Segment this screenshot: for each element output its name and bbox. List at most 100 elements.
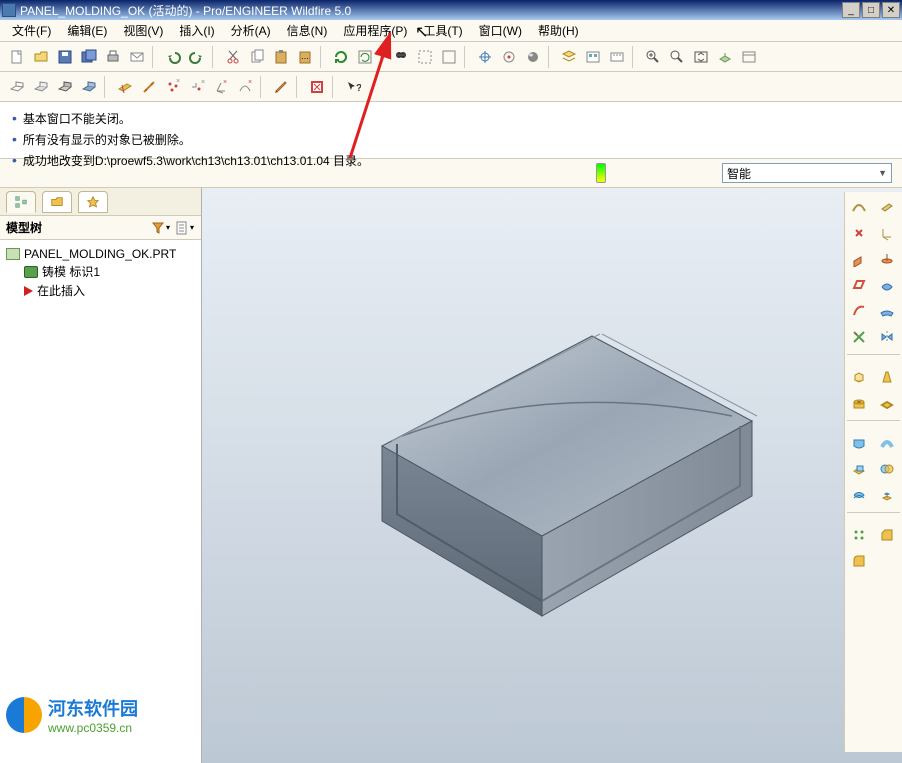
copy-button[interactable] xyxy=(246,46,268,68)
help-cursor-button[interactable]: ? xyxy=(342,76,364,98)
menu-edit[interactable]: 编辑(E) xyxy=(59,20,115,41)
toolbar-sep xyxy=(332,76,338,98)
sweep-button[interactable] xyxy=(875,432,899,454)
tab-folder[interactable] xyxy=(42,191,72,213)
extrude2-button[interactable] xyxy=(847,366,871,388)
datum-csys2-button[interactable] xyxy=(875,222,899,244)
tree-filter-button[interactable]: ▾ xyxy=(149,218,171,238)
trim-x-button[interactable] xyxy=(847,326,871,348)
datum-axis-button[interactable] xyxy=(138,76,160,98)
paste-button[interactable] xyxy=(270,46,292,68)
layer-button[interactable] xyxy=(558,46,580,68)
minimize-button[interactable]: _ xyxy=(842,2,860,18)
parallelogram-button[interactable] xyxy=(847,274,871,296)
selection-filter-dropdown[interactable]: 智能 ▼ xyxy=(722,163,892,183)
display-nohidden-button[interactable] xyxy=(54,76,76,98)
menu-info[interactable]: 信息(N) xyxy=(279,20,336,41)
tree-root-node[interactable]: PANEL_MOLDING_OK.PRT xyxy=(6,246,195,262)
savecopy-button[interactable] xyxy=(78,46,100,68)
find-button[interactable] xyxy=(390,46,412,68)
datum-point-btn1[interactable]: × xyxy=(162,76,184,98)
zoomfit-button[interactable] xyxy=(642,46,664,68)
model-tree[interactable]: PANEL_MOLDING_OK.PRT 铸模 标识1 在此插入 xyxy=(0,240,201,763)
regen-button[interactable] xyxy=(330,46,352,68)
spin-center-button[interactable] xyxy=(498,46,520,68)
close-button[interactable]: ✕ xyxy=(882,2,900,18)
display-hidden-button[interactable] xyxy=(30,76,52,98)
solidify-button[interactable] xyxy=(875,484,899,506)
svg-text:?: ? xyxy=(356,83,361,94)
hole-button[interactable] xyxy=(847,392,871,414)
message-line: 基本窗口不能关闭。 xyxy=(12,108,890,129)
datum-point-btn2[interactable]: × xyxy=(186,76,208,98)
surface-button[interactable] xyxy=(875,274,899,296)
menu-file[interactable]: 文件(F) xyxy=(4,20,59,41)
sketch-curve-button[interactable] xyxy=(847,196,871,218)
orient-button[interactable] xyxy=(714,46,736,68)
toolbar-sep xyxy=(847,420,900,426)
merge-button[interactable] xyxy=(875,458,899,480)
undo-button[interactable] xyxy=(162,46,184,68)
revolve-button[interactable] xyxy=(875,248,899,270)
tab-model-tree[interactable] xyxy=(6,191,36,213)
cut-button[interactable] xyxy=(222,46,244,68)
surface2-button[interactable] xyxy=(875,300,899,322)
extrude-button[interactable] xyxy=(847,248,871,270)
save-button[interactable] xyxy=(54,46,76,68)
draft-button[interactable] xyxy=(875,366,899,388)
tab-favorites[interactable] xyxy=(78,191,108,213)
paste-special-button[interactable]: ⋯ xyxy=(294,46,316,68)
tree-settings-button[interactable]: ▾ xyxy=(173,218,195,238)
view-mgr-button[interactable] xyxy=(582,46,604,68)
saved-views-button[interactable] xyxy=(738,46,760,68)
datum-point-button[interactable] xyxy=(847,222,871,244)
display-wire-button[interactable] xyxy=(6,76,28,98)
menu-apps[interactable]: 应用程序(P) xyxy=(335,20,415,41)
round-button[interactable] xyxy=(847,550,871,572)
datum-csys-button[interactable]: × xyxy=(210,76,232,98)
tree-insert-node[interactable]: 在此插入 xyxy=(6,281,195,300)
refit-button[interactable] xyxy=(690,46,712,68)
print-button[interactable] xyxy=(102,46,124,68)
thicken-button[interactable] xyxy=(847,484,871,506)
annotate-button[interactable] xyxy=(270,76,292,98)
regen-mgr-button[interactable] xyxy=(354,46,376,68)
selectbox-button[interactable] xyxy=(414,46,436,68)
maximize-button[interactable]: □ xyxy=(862,2,880,18)
datum-plane-button[interactable] xyxy=(114,76,136,98)
blend-button[interactable] xyxy=(847,432,871,454)
datum-plane2-button[interactable] xyxy=(875,196,899,218)
menu-window[interactable]: 窗口(W) xyxy=(471,20,530,41)
chevron-down-icon: ▼ xyxy=(878,168,887,178)
open-button[interactable] xyxy=(30,46,52,68)
shaded-button[interactable] xyxy=(522,46,544,68)
new-button[interactable] xyxy=(6,46,28,68)
datum-center-button[interactable] xyxy=(474,46,496,68)
menu-analyze[interactable]: 分析(A) xyxy=(223,20,279,41)
toolbar-sep xyxy=(847,512,900,518)
box-cut-button[interactable] xyxy=(847,458,871,480)
menu-view[interactable]: 视图(V) xyxy=(115,20,171,41)
mirror-button[interactable] xyxy=(875,326,899,348)
datum-curve-button[interactable]: × xyxy=(234,76,256,98)
display-shaded-button[interactable] xyxy=(78,76,100,98)
curve-line-button[interactable] xyxy=(847,300,871,322)
menu-help[interactable]: 帮助(H) xyxy=(530,20,587,41)
zoomin-button[interactable] xyxy=(666,46,688,68)
tree-feature-label: 铸模 标识1 xyxy=(42,263,100,280)
app-icon xyxy=(2,3,16,17)
svg-text:×: × xyxy=(201,79,205,86)
stop-button[interactable] xyxy=(306,76,328,98)
graphics-canvas[interactable] xyxy=(202,188,902,763)
redo-button[interactable] xyxy=(186,46,208,68)
select-button[interactable] xyxy=(438,46,460,68)
mail-button[interactable] xyxy=(126,46,148,68)
shell-button[interactable] xyxy=(875,392,899,414)
chamfer-button[interactable] xyxy=(875,524,899,546)
menu-insert[interactable]: 插入(I) xyxy=(171,20,222,41)
mapkey-button[interactable] xyxy=(606,46,628,68)
menu-tools[interactable]: 工具(T) xyxy=(415,20,470,41)
tree-feature-node[interactable]: 铸模 标识1 xyxy=(6,262,195,281)
window-title: PANEL_MOLDING_OK (活动的) - Pro/ENGINEER Wi… xyxy=(20,2,842,19)
pattern-button[interactable] xyxy=(847,524,871,546)
